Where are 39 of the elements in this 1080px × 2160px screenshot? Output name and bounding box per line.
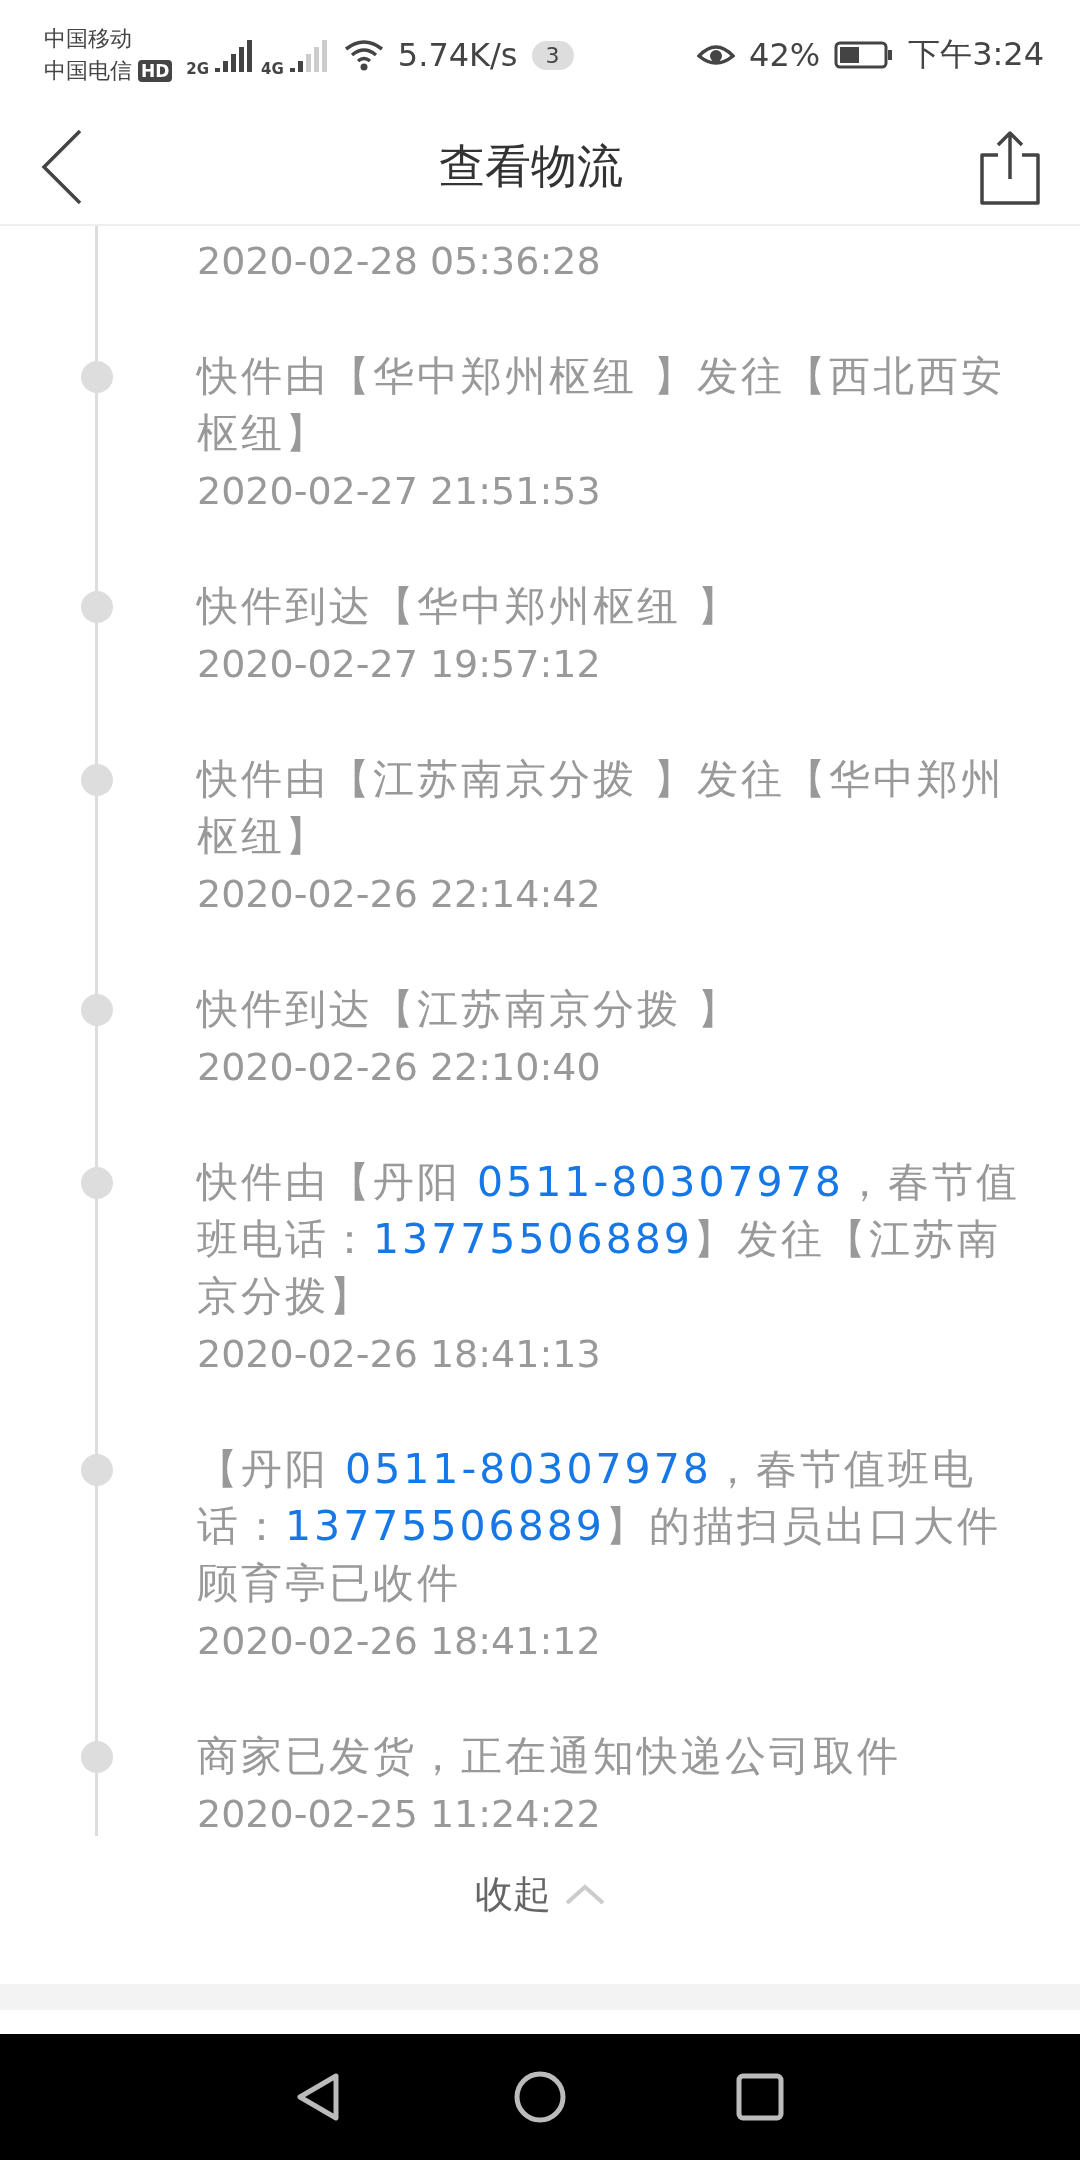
wifi-icon <box>343 39 384 71</box>
event-text: 快件由【华中郑州枢纽 】发往【西北西安枢纽】 <box>197 351 1007 459</box>
event-time: 2020-02-26 22:14:42 <box>197 871 602 918</box>
recents-nav-button[interactable] <box>736 2073 784 2121</box>
back-button[interactable] <box>40 129 84 205</box>
event-text: 商家已发货，正在通知快递公司取件 <box>197 1731 902 1782</box>
event-time: 2020-02-26 18:41:12 <box>197 1618 602 1665</box>
hd-badge: HD <box>138 60 173 82</box>
event-time: 2020-02-26 22:10:40 <box>197 1044 602 1091</box>
signal-icon <box>289 38 330 72</box>
share-button[interactable] <box>978 129 1042 205</box>
event-time: 2020-02-27 21:51:53 <box>197 468 602 515</box>
network-speed: 5.74K/s <box>397 36 518 74</box>
event-text: 快件由【丹阳 0511-80307978，春节值班电话：13775506889】发往【江苏南京分拨】 <box>197 1157 1020 1322</box>
home-nav-button[interactable] <box>514 2071 566 2123</box>
network-type: 4G <box>261 60 284 78</box>
carrier-name: 中国移动 <box>44 25 133 53</box>
phone-link[interactable]: 13775506889 <box>285 1502 605 1550</box>
event-time: 2020-02-27 19:57:12 <box>197 641 602 688</box>
clock: 下午3:24 <box>908 34 1044 75</box>
phone-link[interactable]: 0511-80307978 <box>477 1158 844 1206</box>
carrier-name: 中国电信 <box>44 57 132 85</box>
battery-icon <box>834 41 895 69</box>
collapse-button[interactable]: 收起 <box>475 1863 605 1926</box>
event-text: 快件由【江苏南京分拨 】发往【华中郑州枢纽】 <box>197 754 1007 862</box>
eye-icon <box>697 42 735 68</box>
page-title: 查看物流 <box>439 138 623 195</box>
phone-link[interactable]: 0511-80307978 <box>345 1445 712 1493</box>
network-type: 2G <box>186 60 210 78</box>
event-time: 2020-02-25 11:24:22 <box>197 1791 602 1838</box>
event-time: 2020-02-26 18:41:13 <box>197 1331 602 1378</box>
event-time: 2020-02-28 05:36:28 <box>197 238 602 285</box>
event-text: 快件到达【江苏南京分拨 】 <box>197 984 743 1035</box>
battery-percent: 42% <box>749 36 821 74</box>
phone-link[interactable]: 13775506889 <box>373 1215 693 1263</box>
chevron-up-icon <box>565 1882 605 1907</box>
notification-count: 3 <box>531 40 574 70</box>
event-text: 快件到达【华中郑州枢纽 】 <box>197 581 743 632</box>
event-text: 【丹阳 0511-80307978，春节值班电话：13775506889】的描扫员出口大件顾育亭已收件 <box>197 1444 1002 1609</box>
